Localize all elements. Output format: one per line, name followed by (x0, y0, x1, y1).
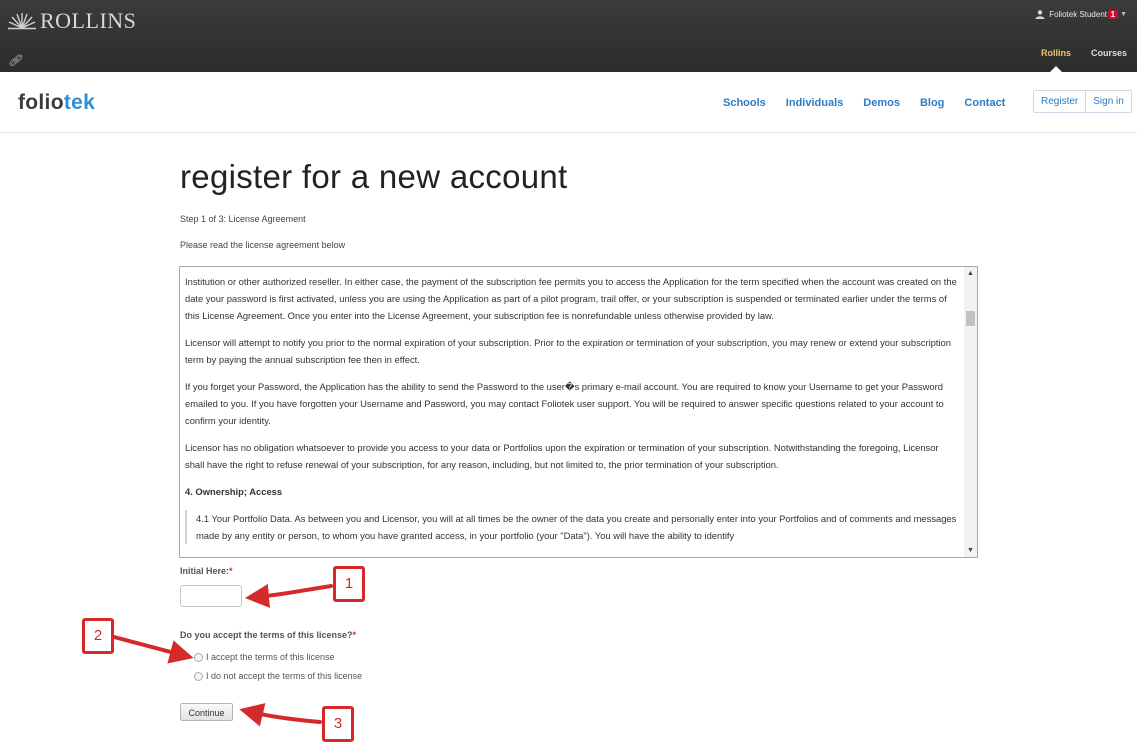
accept-radio[interactable] (194, 652, 203, 662)
logo-part-2: tek (63, 91, 96, 114)
brand-name: ROLLINS (40, 8, 137, 33)
question-text: Do you accept the terms of this license? (180, 630, 353, 640)
scroll-thumb[interactable] (966, 311, 975, 326)
link-icon[interactable]: 🔗︎ (8, 54, 22, 67)
annotation-callout-2: 2 (82, 618, 114, 654)
nav-schools[interactable]: Schools (723, 97, 766, 109)
license-paragraph: Licensor has no obligation whatsoever to… (185, 442, 939, 470)
register-button[interactable]: Register (1034, 91, 1086, 112)
auth-buttons: Register Sign in (1033, 90, 1132, 113)
license-agreement-box[interactable]: Institution or other authorized reseller… (179, 266, 978, 558)
license-paragraph: If you forget your Password, the Applica… (185, 381, 944, 426)
initial-label: Initial Here:* (180, 566, 233, 576)
accept-label: I accept the terms of this license (206, 652, 335, 662)
user-menu[interactable]: Foliotek Student (1035, 10, 1107, 19)
required-mark: * (352, 630, 357, 640)
license-text: Institution or other authorized reseller… (180, 267, 963, 554)
license-scrollbar[interactable]: ▲ ▼ (964, 267, 977, 557)
license-paragraph: Institution or other authorized reseller… (185, 276, 957, 321)
required-mark: * (229, 566, 233, 576)
step-indicator: Step 1 of 3: License Agreement (180, 214, 306, 224)
accept-option[interactable]: I accept the terms of this license (194, 652, 335, 662)
instruction-text: Please read the license agreement below (180, 240, 346, 250)
nav-demos[interactable]: Demos (863, 97, 900, 109)
continue-button[interactable]: Continue (180, 703, 233, 721)
decline-radio[interactable] (194, 671, 203, 681)
scroll-down-icon[interactable]: ▼ (964, 544, 977, 557)
top-nav-rollins[interactable]: Rollins (1031, 46, 1081, 72)
annotation-arrow-1 (245, 584, 333, 608)
decline-label: I do not accept the terms of this licens… (206, 671, 363, 681)
foliotek-logo[interactable]: foliotek (18, 91, 95, 115)
page-title: register for a new account (180, 158, 568, 195)
top-nav-courses[interactable]: Courses (1081, 46, 1137, 72)
decline-option[interactable]: I do not accept the terms of this licens… (194, 671, 362, 681)
annotation-arrow-2 (112, 635, 194, 664)
annotation-callout-1: 1 (333, 566, 365, 602)
main-nav: Schools Individuals Demos Blog Contact (723, 97, 1025, 109)
site-header: foliotek Schools Individuals Demos Blog … (0, 72, 1137, 133)
license-quote-text: 4.1 Your Portfolio Data. As between you … (196, 513, 957, 541)
scroll-up-icon[interactable]: ▲ (964, 267, 977, 280)
caret-down-icon: ▼ (1120, 11, 1127, 18)
initial-label-text: Initial Here: (180, 566, 230, 576)
initial-input[interactable] (180, 585, 242, 607)
annotation-callout-3: 3 (322, 706, 354, 742)
license-heading: 4. Ownership; Access (185, 486, 283, 497)
license-paragraph: Licensor will attempt to notify you prio… (185, 337, 951, 365)
user-icon (1035, 10, 1045, 19)
logo-part-1: folio (18, 91, 64, 114)
sunburst-logo-icon (8, 13, 36, 30)
notifications[interactable]: 1 ▼ (1107, 10, 1127, 19)
license-quote: 4.1 Your Portfolio Data. As between you … (185, 510, 958, 544)
nav-blog[interactable]: Blog (920, 97, 944, 109)
license-question: Do you accept the terms of this license?… (180, 630, 356, 640)
rollins-brand[interactable]: ROLLINS (8, 8, 136, 34)
signin-button[interactable]: Sign in (1085, 91, 1131, 112)
top-bar: ROLLINS 🔗︎ Foliotek Student 1 ▼ Rollins … (0, 0, 1137, 72)
annotation-arrow-3 (239, 703, 322, 727)
notification-badge: 1 (1107, 10, 1119, 19)
top-nav: Rollins Courses (1031, 46, 1137, 72)
user-name: Foliotek Student (1049, 10, 1107, 19)
nav-contact[interactable]: Contact (964, 97, 1005, 109)
nav-individuals[interactable]: Individuals (786, 97, 843, 109)
